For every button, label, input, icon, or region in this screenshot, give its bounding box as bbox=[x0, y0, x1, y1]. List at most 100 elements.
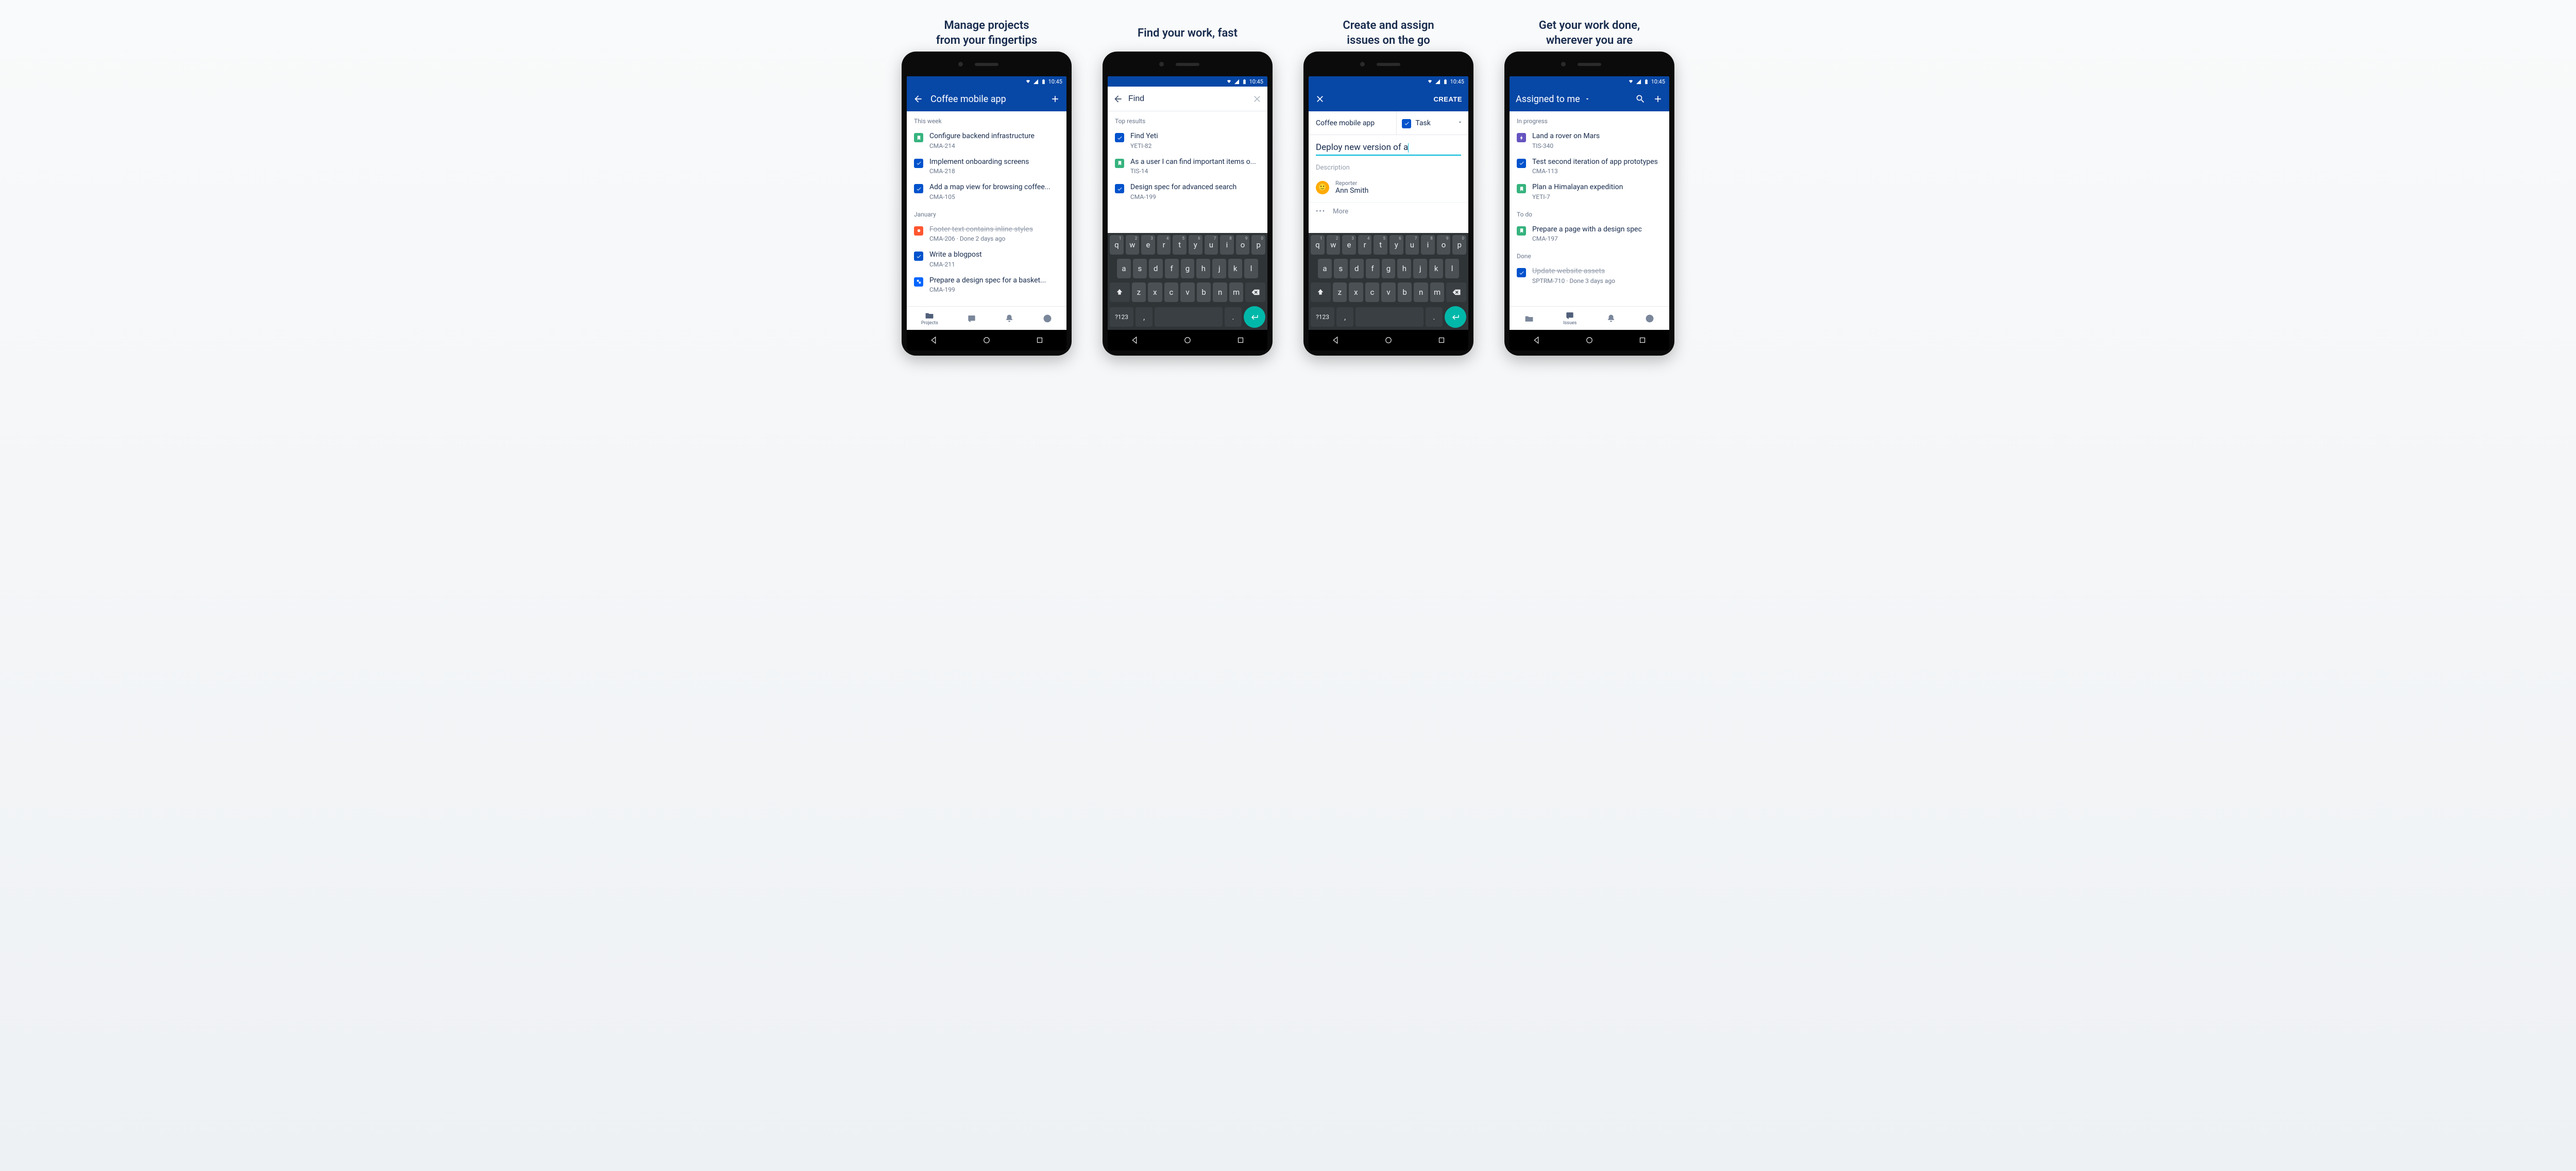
key-p[interactable]: p0 bbox=[1251, 235, 1265, 255]
key-b[interactable]: b bbox=[1197, 282, 1211, 302]
key-enter[interactable] bbox=[1445, 306, 1466, 328]
key-e[interactable]: e3 bbox=[1141, 235, 1155, 255]
key-n[interactable]: n bbox=[1213, 282, 1227, 302]
key-c[interactable]: c bbox=[1164, 282, 1179, 302]
nav-account[interactable] bbox=[1043, 314, 1052, 323]
keyboard[interactable]: q1w2e3r4t5y6u7i8o9p0asdfghjklzxcvbnm?123… bbox=[1309, 233, 1468, 330]
nav-notifications[interactable] bbox=[1005, 314, 1014, 323]
key-backspace[interactable] bbox=[1446, 282, 1466, 302]
nav-projects[interactable]: Projects bbox=[921, 311, 938, 326]
more-fields-button[interactable]: ••• More bbox=[1309, 202, 1468, 221]
android-recent-icon[interactable] bbox=[1638, 336, 1647, 345]
key-x[interactable]: x bbox=[1148, 282, 1162, 302]
key-s[interactable]: s bbox=[1133, 259, 1147, 278]
issue-row[interactable]: Plan a Himalayan expedition YETI-7 bbox=[1510, 179, 1669, 205]
key-x[interactable]: x bbox=[1349, 282, 1363, 302]
key-g[interactable]: g bbox=[1382, 259, 1396, 278]
key-e[interactable]: e3 bbox=[1342, 235, 1356, 255]
issue-row[interactable]: Find Yeti YETI-82 bbox=[1108, 128, 1267, 154]
keyboard[interactable]: q1w2e3r4t5y6u7i8o9p0asdfghjklzxcvbnm?123… bbox=[1108, 233, 1267, 330]
description-input[interactable]: Description bbox=[1309, 156, 1468, 177]
key-backspace[interactable] bbox=[1245, 282, 1265, 302]
key-m[interactable]: m bbox=[1229, 282, 1244, 302]
key-f[interactable]: f bbox=[1165, 259, 1179, 278]
key-space[interactable] bbox=[1155, 307, 1223, 327]
project-selector[interactable]: Coffee mobile app bbox=[1309, 111, 1397, 135]
key-shift[interactable] bbox=[1110, 282, 1130, 302]
key-f[interactable]: f bbox=[1366, 259, 1380, 278]
type-selector[interactable]: Task bbox=[1397, 111, 1468, 135]
key-space[interactable] bbox=[1355, 307, 1423, 327]
key-symbols[interactable]: ?123 bbox=[1110, 307, 1133, 327]
android-recent-icon[interactable] bbox=[1035, 336, 1044, 345]
key-g[interactable]: g bbox=[1181, 259, 1195, 278]
key-m[interactable]: m bbox=[1430, 282, 1445, 302]
key-w[interactable]: w2 bbox=[1327, 235, 1341, 255]
key-l[interactable]: l bbox=[1445, 259, 1459, 278]
key-symbols[interactable]: ?123 bbox=[1311, 307, 1334, 327]
key-n[interactable]: n bbox=[1414, 282, 1428, 302]
key-u[interactable]: u7 bbox=[1405, 235, 1419, 255]
key-comma[interactable]: , bbox=[1336, 307, 1353, 327]
key-q[interactable]: q1 bbox=[1110, 235, 1124, 255]
back-button[interactable] bbox=[913, 94, 923, 104]
android-back-icon[interactable] bbox=[1532, 336, 1541, 345]
android-home-icon[interactable] bbox=[1585, 336, 1594, 345]
key-p[interactable]: p0 bbox=[1452, 235, 1466, 255]
key-y[interactable]: y6 bbox=[1389, 235, 1403, 255]
key-comma[interactable]: , bbox=[1136, 307, 1153, 327]
key-t[interactable]: t5 bbox=[1173, 235, 1187, 255]
add-button[interactable] bbox=[1653, 94, 1663, 104]
key-u[interactable]: u7 bbox=[1205, 235, 1218, 255]
issue-row[interactable]: Footer text contains inline styles CMA-2… bbox=[907, 221, 1066, 247]
nav-issues[interactable]: Issues bbox=[1563, 311, 1577, 326]
filter-dropdown[interactable]: Assigned to me bbox=[1516, 94, 1580, 105]
key-y[interactable]: y6 bbox=[1189, 235, 1202, 255]
issue-row[interactable]: As a user I can find important items o..… bbox=[1108, 154, 1267, 179]
key-shift[interactable] bbox=[1311, 282, 1331, 302]
android-back-icon[interactable] bbox=[1331, 336, 1340, 345]
key-k[interactable]: k bbox=[1228, 259, 1242, 278]
key-t[interactable]: t5 bbox=[1374, 235, 1387, 255]
issue-row[interactable]: Add a map view for browsing coffee... CM… bbox=[907, 179, 1066, 205]
issue-row[interactable]: Configure backend infrastructure CMA-214 bbox=[907, 128, 1066, 154]
reporter-field[interactable]: 🙂 Reporter Ann Smith bbox=[1309, 177, 1468, 202]
key-o[interactable]: o9 bbox=[1236, 235, 1250, 255]
key-s[interactable]: s bbox=[1334, 259, 1348, 278]
key-q[interactable]: q1 bbox=[1311, 235, 1325, 255]
key-period[interactable]: . bbox=[1426, 307, 1443, 327]
android-back-icon[interactable] bbox=[1130, 336, 1139, 345]
key-period[interactable]: . bbox=[1225, 307, 1242, 327]
key-j[interactable]: j bbox=[1212, 259, 1226, 278]
key-r[interactable]: r4 bbox=[1157, 235, 1171, 255]
key-c[interactable]: c bbox=[1365, 282, 1380, 302]
nav-notifications[interactable] bbox=[1606, 314, 1616, 323]
issue-row[interactable]: Write a blogpost CMA-211 bbox=[907, 246, 1066, 272]
key-h[interactable]: h bbox=[1196, 259, 1210, 278]
key-i[interactable]: i8 bbox=[1421, 235, 1435, 255]
search-button[interactable] bbox=[1635, 94, 1646, 104]
issue-row[interactable]: Prepare a page with a design spec CMA-19… bbox=[1510, 221, 1669, 247]
issue-row[interactable]: Update website assets SPTRM-710 · Done 3… bbox=[1510, 263, 1669, 289]
android-recent-icon[interactable] bbox=[1236, 336, 1245, 345]
add-button[interactable] bbox=[1050, 94, 1060, 104]
create-button[interactable]: CREATE bbox=[1434, 95, 1462, 103]
android-back-icon[interactable] bbox=[929, 336, 938, 345]
android-home-icon[interactable] bbox=[982, 336, 991, 345]
nav-projects[interactable] bbox=[1524, 314, 1534, 323]
key-d[interactable]: d bbox=[1149, 259, 1163, 278]
android-recent-icon[interactable] bbox=[1437, 336, 1446, 345]
key-i[interactable]: i8 bbox=[1220, 235, 1234, 255]
search-input[interactable] bbox=[1128, 94, 1247, 104]
key-o[interactable]: o9 bbox=[1437, 235, 1451, 255]
nav-issues[interactable] bbox=[967, 314, 976, 323]
key-v[interactable]: v bbox=[1381, 282, 1396, 302]
key-k[interactable]: k bbox=[1429, 259, 1443, 278]
issue-row[interactable]: Prepare a design spec for a basket... CM… bbox=[907, 272, 1066, 298]
key-b[interactable]: b bbox=[1398, 282, 1412, 302]
issue-row[interactable]: Test second iteration of app prototypes … bbox=[1510, 154, 1669, 179]
search-back-button[interactable] bbox=[1113, 94, 1123, 104]
nav-account[interactable] bbox=[1645, 314, 1654, 323]
android-home-icon[interactable] bbox=[1384, 336, 1393, 345]
issue-row[interactable]: Implement onboarding screens CMA-218 bbox=[907, 154, 1066, 179]
